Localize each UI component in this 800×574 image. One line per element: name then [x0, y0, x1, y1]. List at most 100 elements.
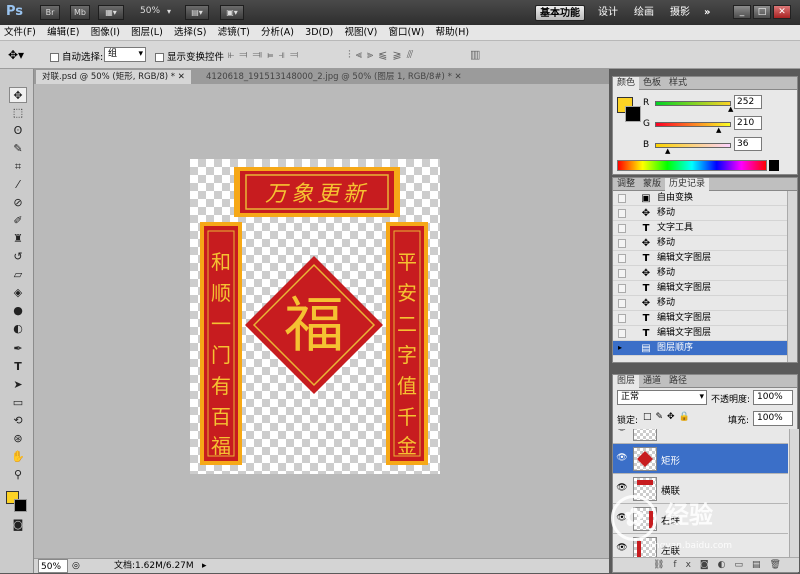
hand-tool-icon[interactable]: ✋	[9, 449, 27, 465]
tab-document-inactive[interactable]: 4120618_191513148000_2.jpg @ 50% (图层 1, …	[200, 70, 468, 84]
path-selection-tool-icon[interactable]: ➤	[9, 377, 27, 393]
close-tab-icon[interactable]: ✕	[455, 72, 462, 82]
layers-scrollbar[interactable]	[789, 429, 799, 557]
blur-tool-icon[interactable]: ●	[9, 303, 27, 319]
menu-layer[interactable]: 图层(L)	[127, 25, 167, 41]
history-item[interactable]: ✥ 移动	[613, 266, 788, 281]
workspace-painting[interactable]: 绘画	[630, 5, 658, 21]
red-channel-slider[interactable]: ▲	[655, 101, 733, 113]
history-item-selected[interactable]: ▸ ▤ 图层顺序	[613, 341, 788, 356]
visibility-eye-icon[interactable]: 👁	[616, 429, 628, 433]
layer-row[interactable]: 👁 右联	[613, 504, 788, 534]
close-tab-icon[interactable]: ✕	[178, 72, 185, 82]
lasso-tool-icon[interactable]: ʘ	[9, 123, 27, 139]
green-channel-slider[interactable]: ▲	[655, 122, 731, 134]
workspace-essentials[interactable]: 基本功能	[535, 5, 585, 21]
green-slider-handle-icon[interactable]: ▲	[716, 127, 721, 134]
history-item[interactable]: ▣ 自由变换	[613, 191, 788, 206]
auto-select-target-select[interactable]: 组 ▾	[104, 47, 146, 62]
history-item[interactable]: ✥ 移动	[613, 236, 788, 251]
tab-history[interactable]: 历史记录	[665, 178, 710, 191]
quick-selection-tool-icon[interactable]: ✎	[9, 141, 27, 157]
history-item[interactable]: ✥ 移动	[613, 296, 788, 311]
clone-stamp-tool-icon[interactable]: ♜	[9, 231, 27, 247]
type-tool-icon[interactable]: T	[9, 359, 27, 375]
green-channel-value[interactable]: 210	[734, 116, 762, 130]
visibility-eye-icon[interactable]: 👁	[616, 483, 628, 493]
history-item[interactable]: T 文字工具	[613, 221, 788, 236]
close-icon[interactable]: ✕	[773, 5, 791, 19]
tab-color[interactable]: 颜色	[613, 77, 640, 90]
background-color-swatch[interactable]	[14, 499, 27, 512]
color-spectrum-bar[interactable]	[617, 160, 767, 171]
move-tool-icon[interactable]: ✥	[9, 87, 27, 103]
menu-filter[interactable]: 滤镜(T)	[214, 25, 254, 41]
blue-channel-value[interactable]: 36	[734, 137, 762, 151]
history-item[interactable]: T 编辑文字图层	[613, 311, 788, 326]
dodge-tool-icon[interactable]: ◐	[9, 321, 27, 337]
crop-tool-icon[interactable]: ⌗	[9, 159, 27, 175]
visibility-eye-icon[interactable]: 👁	[616, 543, 628, 553]
history-brush-tool-icon[interactable]: ↺	[9, 249, 27, 265]
blue-channel-slider[interactable]: ▲	[655, 143, 731, 155]
tab-document-active[interactable]: 对联.psd @ 50% (矩形, RGB/8) * ✕	[36, 70, 191, 84]
marquee-tool-icon[interactable]: ⬚	[9, 105, 27, 121]
zoom-tool-icon[interactable]: ⚲	[9, 467, 27, 483]
zoom-dropdown-icon[interactable]: ▾	[167, 7, 171, 16]
tab-swatches[interactable]: 色板	[639, 77, 665, 90]
more-workspaces-button[interactable]: »	[700, 5, 714, 21]
move-tool-preset-icon[interactable]: ✥▾	[8, 48, 24, 62]
mini-bridge-button[interactable]: Mb	[70, 5, 90, 20]
tab-paths[interactable]: 路径	[665, 375, 691, 388]
spectrum-black-swatch[interactable]	[769, 160, 779, 171]
menu-window[interactable]: 窗口(W)	[385, 25, 429, 41]
workspace-design[interactable]: 设计	[594, 5, 622, 21]
pen-tool-icon[interactable]: ✒	[9, 341, 27, 357]
history-item[interactable]: ✥ 移动	[613, 206, 788, 221]
3d-rotate-tool-icon[interactable]: ⟲	[9, 413, 27, 429]
color-panel-background-swatch[interactable]	[625, 106, 641, 122]
zoom-level-select[interactable]: 50%	[140, 6, 160, 16]
tab-channels[interactable]: 通道	[639, 375, 665, 388]
layer-row-selected[interactable]: 👁 矩形	[613, 444, 788, 474]
paint-bucket-tool-icon[interactable]: ◈	[9, 285, 27, 301]
tab-styles[interactable]: 样式	[665, 77, 691, 90]
menu-help[interactable]: 帮助(H)	[432, 25, 474, 41]
tab-masks[interactable]: 蒙版	[639, 178, 665, 191]
quick-mask-icon[interactable]: ◙	[9, 517, 27, 533]
workspace-photography[interactable]: 摄影	[666, 5, 694, 21]
red-slider-handle-icon[interactable]: ▲	[728, 106, 733, 113]
fill-field[interactable]: 100%	[753, 411, 793, 426]
history-scrollbar[interactable]	[787, 191, 797, 362]
menu-file[interactable]: 文件(F)	[0, 25, 40, 41]
status-menu-arrow-icon[interactable]: ▸	[202, 559, 207, 573]
layers-bottom-toolbar[interactable]: ⛓fx◙◐▭▤🗑	[613, 557, 799, 572]
layer-row[interactable]: 👁 左联	[613, 534, 788, 557]
menu-edit[interactable]: 编辑(E)	[43, 25, 83, 41]
align-buttons-group[interactable]: ⫦⫤⫥⫢⫣⫤	[228, 48, 303, 62]
lock-icons-group[interactable]: □✎✥🔒	[643, 412, 694, 422]
3d-orbit-tool-icon[interactable]: ⊛	[9, 431, 27, 447]
restore-icon[interactable]: □	[753, 5, 771, 19]
auto-align-layers-icon[interactable]: ▥	[470, 48, 480, 61]
menu-select[interactable]: 选择(S)	[170, 25, 210, 41]
status-zoom-field[interactable]: 50%	[38, 559, 68, 573]
history-item[interactable]: T 编辑文字图层	[613, 251, 788, 266]
history-item[interactable]: T 编辑文字图层	[613, 326, 788, 341]
arrange-documents-button[interactable]: ▤▾	[185, 5, 209, 20]
distribute-buttons-group[interactable]: ⫶⫷⫸⫹⫺⫻	[348, 48, 418, 62]
menu-analysis[interactable]: 分析(A)	[257, 25, 298, 41]
red-channel-value[interactable]: 252	[734, 95, 762, 109]
visibility-eye-icon[interactable]: 👁	[616, 453, 628, 463]
healing-brush-tool-icon[interactable]: ⊘	[9, 195, 27, 211]
opacity-field[interactable]: 100%	[753, 390, 793, 405]
bridge-button[interactable]: Br	[40, 5, 60, 20]
status-icon[interactable]: ◎	[72, 559, 80, 573]
eyedropper-tool-icon[interactable]: ⁄	[9, 177, 27, 193]
layer-row[interactable]: 👁 横联	[613, 474, 788, 504]
menu-image[interactable]: 图像(I)	[87, 25, 124, 41]
document-canvas[interactable]: 万象更新 和 顺 一 门 有 百 福 平 安 二 字 值 千 金 福	[190, 159, 440, 474]
screen-mode-button[interactable]: ▣▾	[220, 5, 244, 20]
menu-3d[interactable]: 3D(D)	[301, 25, 337, 41]
eraser-tool-icon[interactable]: ▱	[9, 267, 27, 283]
